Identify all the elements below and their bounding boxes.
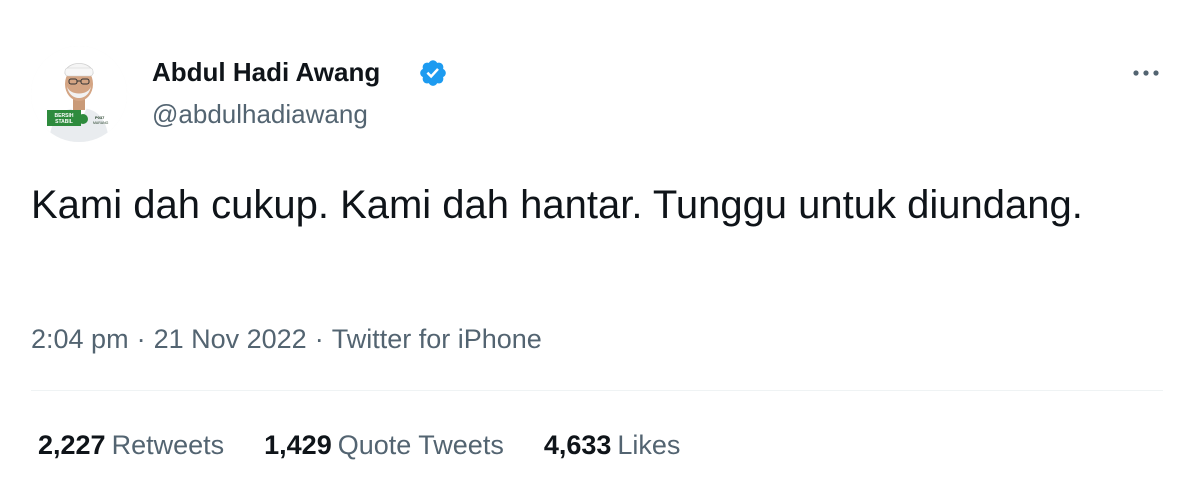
quote-tweets-count: 1,429 [264,430,332,460]
avatar-image: BERSIH STABIL P037 MARANG [31,46,127,142]
author-handle[interactable]: @abdulhadiawang [152,98,368,130]
avatar[interactable]: BERSIH STABIL P037 MARANG [31,46,127,142]
tweet-text: Kami dah cukup. Kami dah hantar. Tunggu … [31,183,1083,227]
tweet-source-link[interactable]: Twitter for iPhone [332,324,542,354]
divider [31,390,1163,391]
engagement-stats: 2,227 Retweets 1,429 Quote Tweets 4,633 Lik… [38,428,720,462]
svg-text:P037: P037 [95,115,105,120]
retweets-label: Retweets [111,430,225,460]
more-options-icon [1133,70,1159,76]
more-options-button[interactable] [1124,58,1168,88]
author-display-name[interactable]: Abdul Hadi Awang [152,56,380,88]
svg-text:MARANG: MARANG [93,121,109,125]
svg-text:STABIL: STABIL [55,119,73,125]
quote-tweets-label: Quote Tweets [337,430,504,460]
quote-tweets-stat[interactable]: 1,429 Quote Tweets [264,428,504,462]
retweets-stat[interactable]: 2,227 Retweets [38,428,224,462]
tweet-meta: 2:04 pm · 21 Nov 2022 · Twitter for iPhone [31,322,542,356]
retweets-count: 2,227 [38,430,106,460]
meta-separator: · [136,324,146,354]
meta-separator: · [314,324,324,354]
tweet-time[interactable]: 2:04 pm [31,324,129,354]
likes-count: 4,633 [543,430,612,460]
tweet-card: BERSIH STABIL P037 MARANG Abdul Hadi Awa… [0,0,1196,488]
verified-badge-icon [420,60,446,86]
likes-label: Likes [617,430,681,460]
likes-stat[interactable]: 4,633 Likes [544,428,681,462]
tweet-date[interactable]: 21 Nov 2022 [154,324,307,354]
